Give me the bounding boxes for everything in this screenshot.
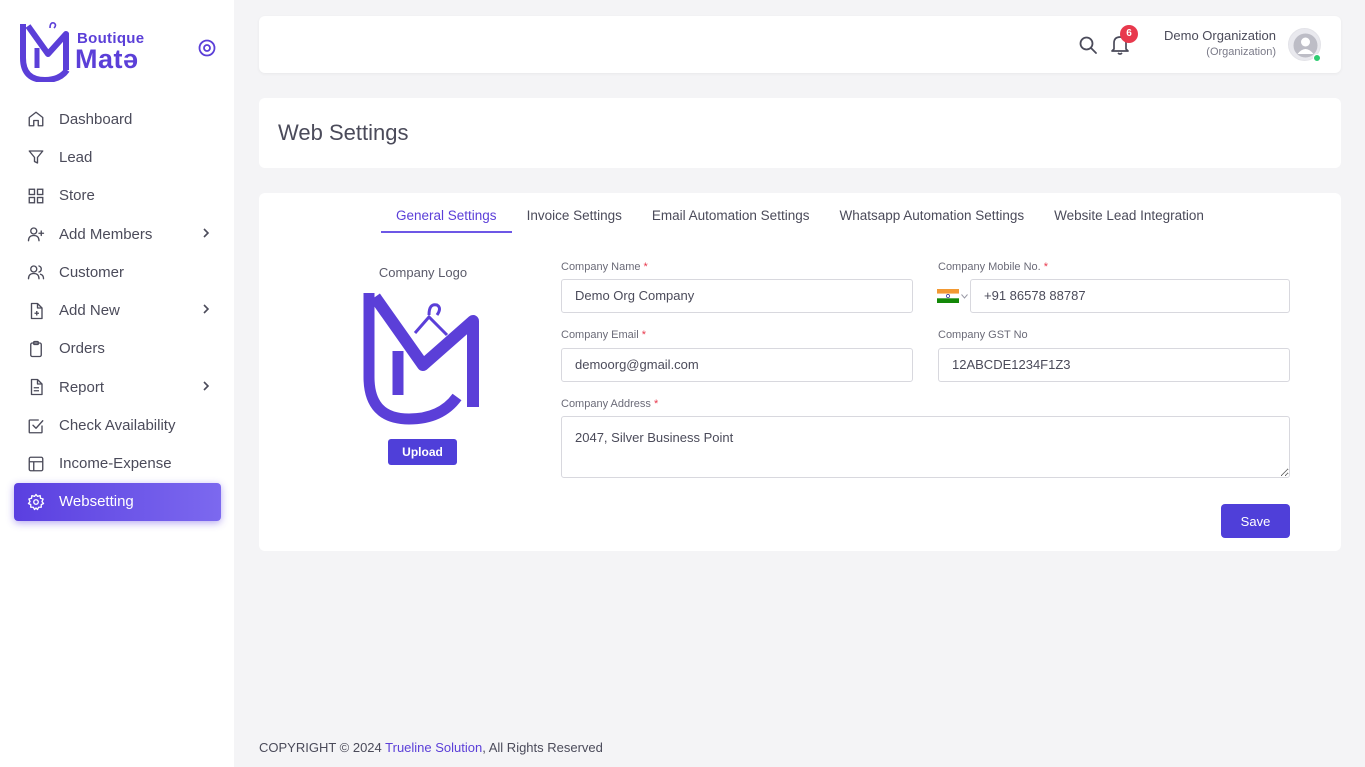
grid-icon (26, 186, 46, 206)
tab-invoice-settings[interactable]: Invoice Settings (512, 193, 637, 233)
company-name-input[interactable]: Demo Org Company (561, 279, 913, 313)
sidebar-item-label: Check Availability (59, 417, 176, 435)
company-mobile-input[interactable]: +91 86578 88787 (970, 279, 1290, 313)
sidebar-item-customer[interactable]: Customer (14, 253, 221, 291)
sidebar-item-label: Dashboard (59, 110, 133, 128)
footer-company-link[interactable]: Trueline Solution (385, 740, 482, 755)
sidebar-item-websetting[interactable]: Websetting (14, 482, 221, 521)
search-icon[interactable] (1078, 35, 1098, 55)
page-title-card: Web Settings (259, 98, 1341, 168)
filter-icon (26, 147, 46, 167)
top-bar: 6 Demo Organization (Organization) (259, 16, 1341, 73)
company-gst-label: Company GST No (938, 329, 1028, 341)
footer-copyright: COPYRIGHT © 2024 (259, 740, 386, 755)
save-button[interactable]: Save (1221, 504, 1290, 538)
sidebar-item-orders[interactable]: Orders (14, 330, 221, 368)
company-mobile-label: Company Mobile No. * (938, 261, 1049, 273)
sidebar-item-label: Report (59, 378, 105, 396)
sidebar-item-store[interactable]: Store (14, 177, 221, 215)
file-plus-icon (26, 301, 46, 321)
tab-website-lead-integration[interactable]: Website Lead Integration (1039, 193, 1219, 233)
sidebar-item-dashboard[interactable]: Dashboard (14, 100, 221, 138)
settings-tabs: General Settings Invoice Settings Email … (381, 193, 1219, 233)
sidebar-item-check-availability[interactable]: Check Availability (14, 406, 221, 444)
company-gst-input[interactable]: 12ABCDE1234F1Z3 (938, 348, 1290, 382)
sidebar-item-label: Customer (59, 263, 125, 281)
online-status-dot (1313, 54, 1321, 62)
sidebar-item-income-expense[interactable]: Income-Expense (14, 445, 221, 483)
sidebar-item-label: Income-Expense (59, 455, 172, 473)
brand-name-line2: Matə (75, 44, 139, 74)
company-address-textarea[interactable]: 2047, Silver Business Point (561, 416, 1290, 478)
org-name[interactable]: Demo Organization (1164, 28, 1276, 43)
org-role: (Organization) (1206, 46, 1276, 58)
sidebar: Boutique Matə Dashboard Lead Store Add M… (0, 0, 234, 767)
file-text-icon (26, 377, 46, 397)
chevron-right-icon (203, 381, 210, 391)
upload-logo-button[interactable]: Upload (388, 439, 457, 465)
settings-card: General Settings Invoice Settings Email … (259, 193, 1341, 551)
sidebar-toggle-icon[interactable] (197, 38, 217, 58)
users-icon (26, 262, 46, 282)
sidebar-item-label: Store (59, 187, 95, 205)
company-email-label: Company Email * (561, 329, 646, 341)
check-square-icon (26, 416, 46, 436)
company-email-input[interactable]: demoorg@gmail.com (561, 348, 913, 382)
layout-icon (26, 454, 46, 474)
sidebar-item-label: Add New (59, 302, 120, 320)
company-name-label: Company Name * (561, 261, 648, 273)
sidebar-item-label: Websetting (59, 493, 134, 511)
brand-logo[interactable]: Boutique Matə (20, 18, 160, 82)
tab-email-automation-settings[interactable]: Email Automation Settings (637, 193, 825, 233)
clipboard-icon (26, 339, 46, 359)
footer-rights: , All Rights Reserved (482, 740, 603, 755)
tab-whatsapp-automation-settings[interactable]: Whatsapp Automation Settings (824, 193, 1039, 233)
sidebar-item-add-new[interactable]: Add New (14, 291, 221, 329)
sidebar-item-report[interactable]: Report (14, 368, 221, 406)
user-plus-icon (26, 224, 46, 244)
home-icon (26, 109, 46, 129)
gear-icon (26, 492, 46, 512)
sidebar-nav: Dashboard Lead Store Add Members Custome… (14, 100, 221, 521)
sidebar-item-label: Add Members (59, 225, 153, 243)
chevron-right-icon (203, 304, 210, 315)
sidebar-item-add-members[interactable]: Add Members (14, 215, 221, 253)
sidebar-item-lead[interactable]: Lead (14, 138, 221, 176)
footer: COPYRIGHT © 2024 Trueline Solution, All … (259, 740, 603, 755)
brand-mark-icon (20, 22, 70, 82)
company-address-label: Company Address * (561, 398, 659, 410)
chevron-down-icon[interactable] (961, 294, 968, 299)
sidebar-item-label: Orders (59, 340, 105, 358)
notification-count-badge: 6 (1120, 25, 1138, 43)
tab-general-settings[interactable]: General Settings (381, 193, 512, 233)
sidebar-item-label: Lead (59, 148, 93, 166)
page-title: Web Settings (278, 120, 409, 145)
company-logo-image (363, 293, 479, 425)
company-logo-label: Company Logo (378, 265, 468, 280)
chevron-right-icon (203, 228, 210, 238)
india-flag-icon[interactable] (937, 289, 959, 303)
